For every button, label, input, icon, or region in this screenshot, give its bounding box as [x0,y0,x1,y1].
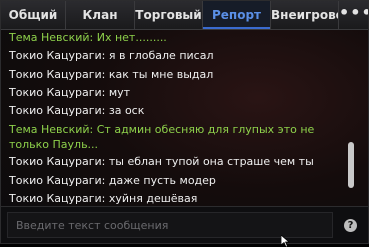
scrollbar-thumb[interactable] [348,142,354,188]
chat-message: Токио Кацураги: как ты мне выдал [9,67,214,81]
message-input-area: ? [1,206,368,243]
tab-general[interactable]: Общий [1,1,66,29]
chat-message: Токио Кацураги: мут [9,85,131,99]
tab-report[interactable]: Репорт [203,1,271,29]
message-scrollbar[interactable] [348,35,354,205]
mouse-cursor-icon [281,235,291,247]
more-tabs-button[interactable]: ••• [339,1,368,29]
chat-tab-bar: Общий Клан Торговый Репорт Внеигровой ••… [1,1,368,30]
chat-message: Токио Кацураги: за оск [9,104,145,118]
tab-clan[interactable]: Клан [66,1,135,29]
help-icon[interactable]: ? [344,219,357,232]
chat-message: Токио Кацураги: даже пусть модер [9,173,216,187]
chat-message: Токио Кацураги: я в глобале писал [9,49,214,63]
chat-message: Тема Невский: Их нет......... [9,31,167,44]
chat-message: Тема Невский: Ст админ обесняю для глупы… [9,123,315,152]
tab-trade[interactable]: Торговый [135,1,203,29]
chat-message: Токио Кацураги: ты еблан тупой она страш… [9,155,314,169]
message-list: Тема Невский: Их нет......... Токио Кацу… [9,29,341,208]
chat-panel: Общий Клан Торговый Репорт Внеигровой ••… [0,0,369,244]
tab-offgame[interactable]: Внеигровой [271,1,339,29]
